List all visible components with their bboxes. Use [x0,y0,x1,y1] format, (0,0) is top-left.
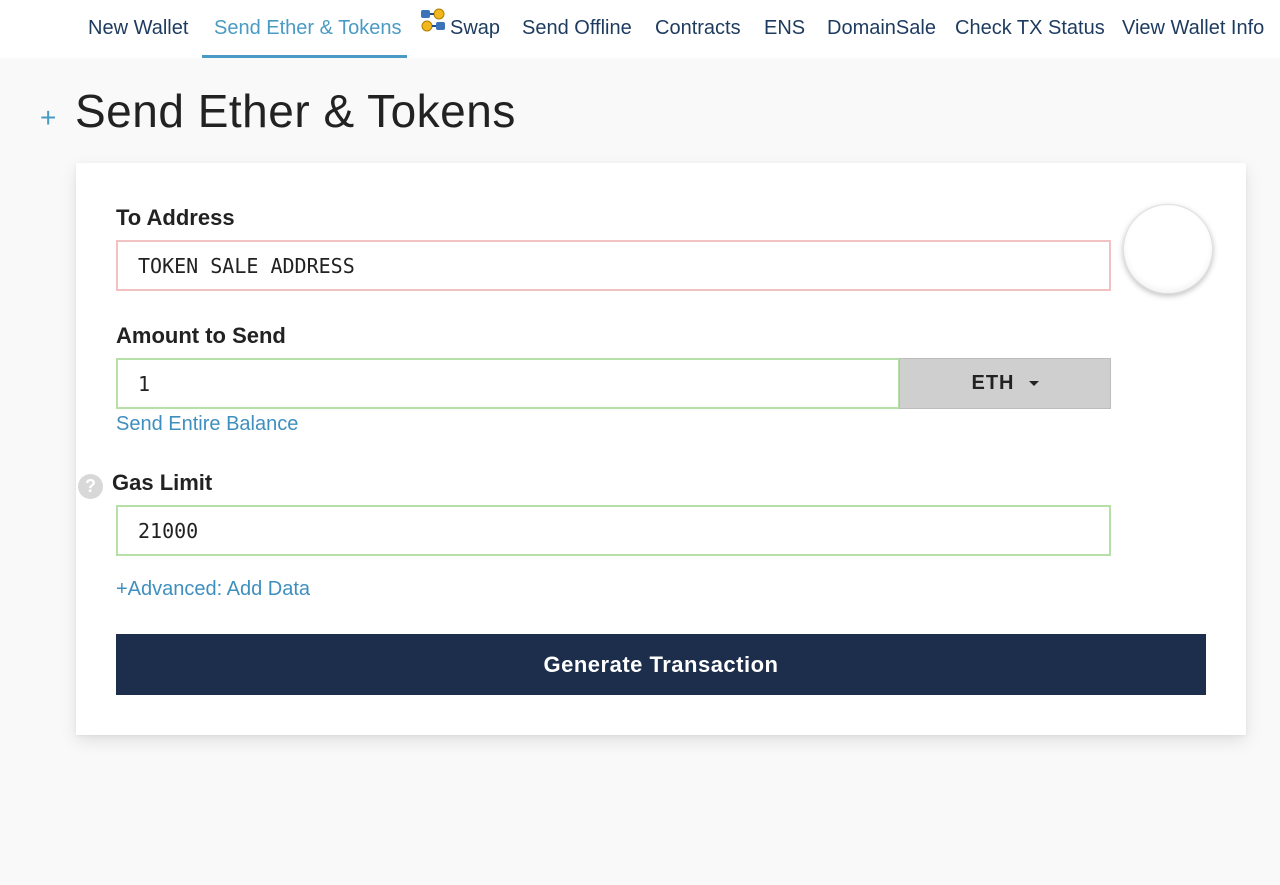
unit-label: ETH [971,372,1015,394]
nav-ens[interactable]: ENS [764,0,805,58]
gas-limit-input[interactable] [116,505,1111,556]
help-icon[interactable]: ? [78,474,103,499]
advanced-add-data-link[interactable]: +Advanced: Add Data [116,578,310,601]
generate-transaction-button[interactable]: Generate Transaction [116,634,1206,695]
active-tab-indicator [202,55,407,58]
nav-check-tx-status[interactable]: Check TX Status [955,0,1105,58]
nav-view-wallet-info[interactable]: View Wallet Info [1122,0,1264,58]
gas-limit-label: Gas Limit [112,470,213,495]
address-identicon [1123,204,1213,294]
nav-new-wallet[interactable]: New Wallet [88,0,188,58]
unit-dropdown[interactable]: ETH [899,358,1111,409]
nav-domainsale[interactable]: DomainSale [827,0,936,58]
top-navigation: New Wallet Send Ether & Tokens Swap Send… [0,0,1280,58]
nav-contracts[interactable]: Contracts [655,0,741,58]
page-title: Send Ether & Tokens [75,85,516,137]
to-address-label: To Address [116,205,235,230]
nav-send-offline[interactable]: Send Offline [522,0,632,58]
amount-input[interactable] [116,358,900,409]
nav-swap[interactable]: Swap [420,0,500,58]
amount-label: Amount to Send [116,323,286,348]
nav-send-ether-tokens[interactable]: Send Ether & Tokens [214,0,402,58]
send-entire-balance-link[interactable]: Send Entire Balance [116,413,298,436]
to-address-input[interactable] [116,240,1111,291]
collapse-toggle[interactable]: + [40,102,56,134]
send-form-card: To Address Amount to Send ETH Send Entir… [76,163,1246,735]
swap-icon [420,0,446,55]
caret-down-icon [1028,381,1039,386]
nav-swap-label: Swap [450,17,501,39]
